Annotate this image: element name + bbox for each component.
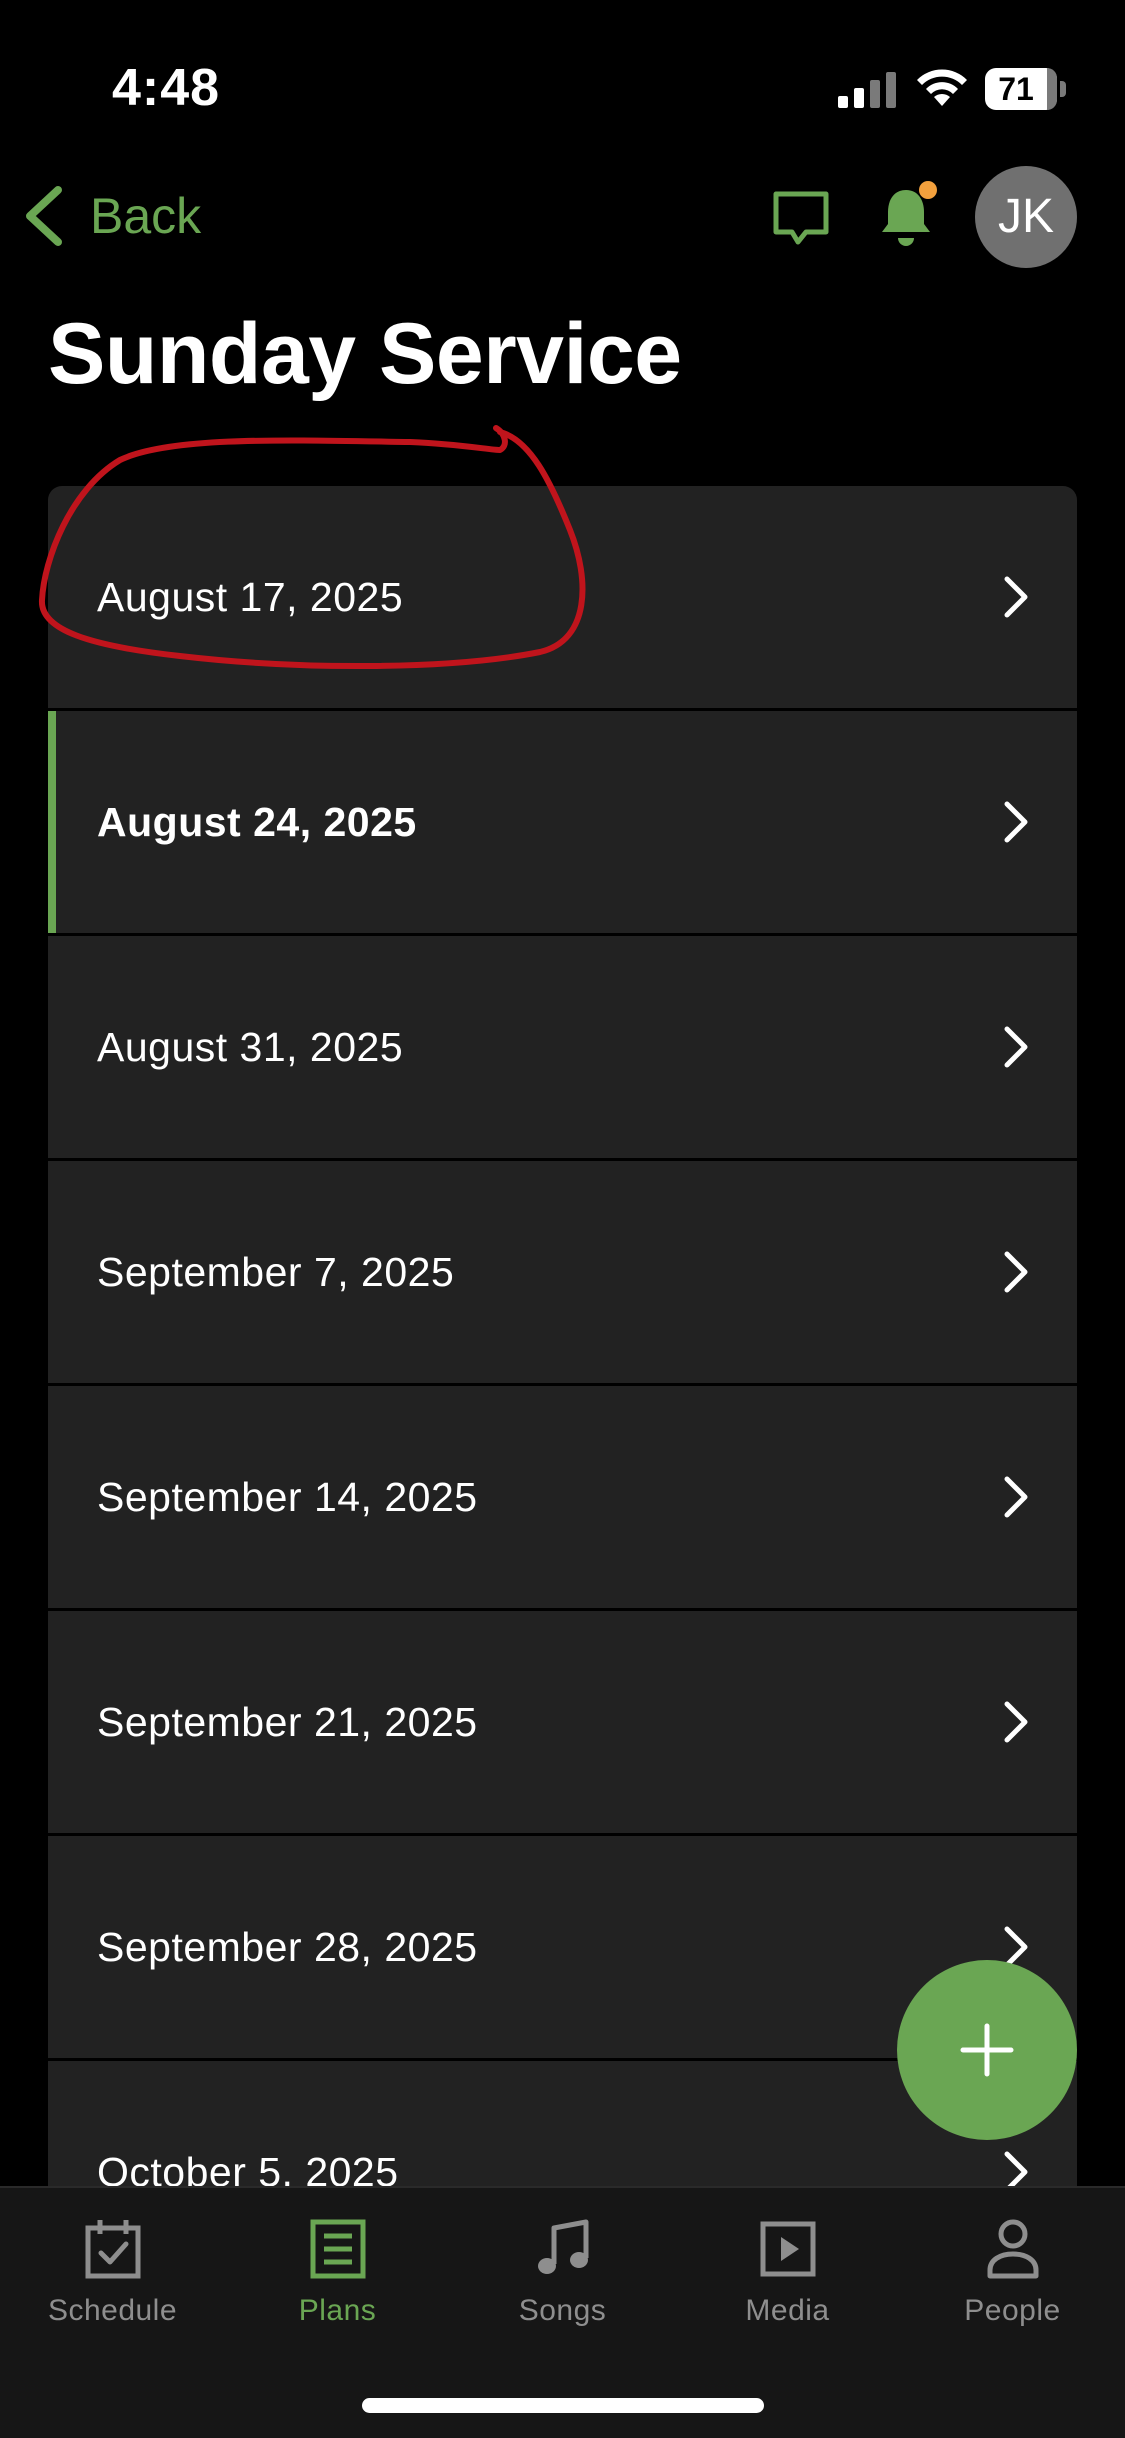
tab-people[interactable]: People [900, 2188, 1125, 2348]
plan-date: August 31, 2025 [97, 1024, 404, 1070]
back-label: Back [90, 188, 202, 244]
chevron-left-icon [26, 186, 62, 246]
person-icon [987, 2219, 1039, 2279]
signal-icon [838, 72, 896, 108]
home-indicator[interactable] [362, 2398, 764, 2413]
plan-date: September 28, 2025 [97, 1924, 478, 1970]
chevron-right-icon [1004, 1476, 1028, 1518]
chat-icon[interactable] [770, 188, 832, 250]
chevron-right-icon [1004, 1251, 1028, 1293]
tab-label: Schedule [47, 2294, 178, 2327]
plan-date: August 17, 2025 [97, 574, 404, 620]
chevron-right-icon [1004, 1701, 1028, 1743]
plan-date: October 5, 2025 [97, 2149, 399, 2186]
tab-schedule[interactable]: Schedule [0, 2188, 225, 2348]
tab-media[interactable]: Media [675, 2188, 900, 2348]
bell-icon[interactable] [876, 180, 940, 250]
tab-plans[interactable]: Plans [225, 2188, 450, 2348]
plan-list: August 17, 2025 August 24, 2025 August 3… [48, 486, 1077, 2186]
plans-list-icon [310, 2219, 366, 2279]
status-bar: 4:48 71 [0, 0, 1125, 170]
plan-row[interactable]: August 31, 2025 [48, 936, 1077, 1158]
page-title: Sunday Service [48, 306, 682, 402]
tab-label: People [964, 2294, 1061, 2327]
tab-label: Songs [518, 2294, 607, 2327]
notification-badge [919, 181, 937, 199]
play-box-icon [760, 2221, 816, 2277]
chevron-right-icon [1004, 801, 1028, 843]
plan-row[interactable]: September 7, 2025 [48, 1161, 1077, 1383]
plan-row[interactable]: August 17, 2025 [48, 486, 1077, 708]
tab-label: Plans [298, 2294, 377, 2327]
battery-icon: 71 [985, 68, 1067, 110]
avatar[interactable]: JK [975, 166, 1077, 268]
plus-icon [960, 2023, 1014, 2077]
chevron-right-icon [1004, 1026, 1028, 1068]
plan-date: August 24, 2025 [97, 799, 417, 845]
tab-label: Media [745, 2294, 830, 2327]
plan-date: September 7, 2025 [97, 1249, 455, 1295]
plan-row-current[interactable]: August 24, 2025 [48, 711, 1077, 933]
add-plan-button[interactable] [897, 1960, 1077, 2140]
chevron-right-icon [1004, 576, 1028, 618]
plan-row[interactable]: September 21, 2025 [48, 1611, 1077, 1833]
plan-row[interactable]: September 14, 2025 [48, 1386, 1077, 1608]
plan-date: September 21, 2025 [97, 1699, 478, 1745]
chevron-right-icon [1004, 2151, 1028, 2186]
battery-level: 71 [998, 71, 1034, 107]
tab-songs[interactable]: Songs [450, 2188, 675, 2348]
back-button[interactable]: Back [22, 180, 201, 252]
status-time: 4:48 [112, 59, 221, 117]
music-note-icon [538, 2219, 589, 2274]
plan-date: September 14, 2025 [97, 1474, 478, 1520]
calendar-check-icon [85, 2220, 141, 2279]
wifi-icon [917, 69, 967, 106]
